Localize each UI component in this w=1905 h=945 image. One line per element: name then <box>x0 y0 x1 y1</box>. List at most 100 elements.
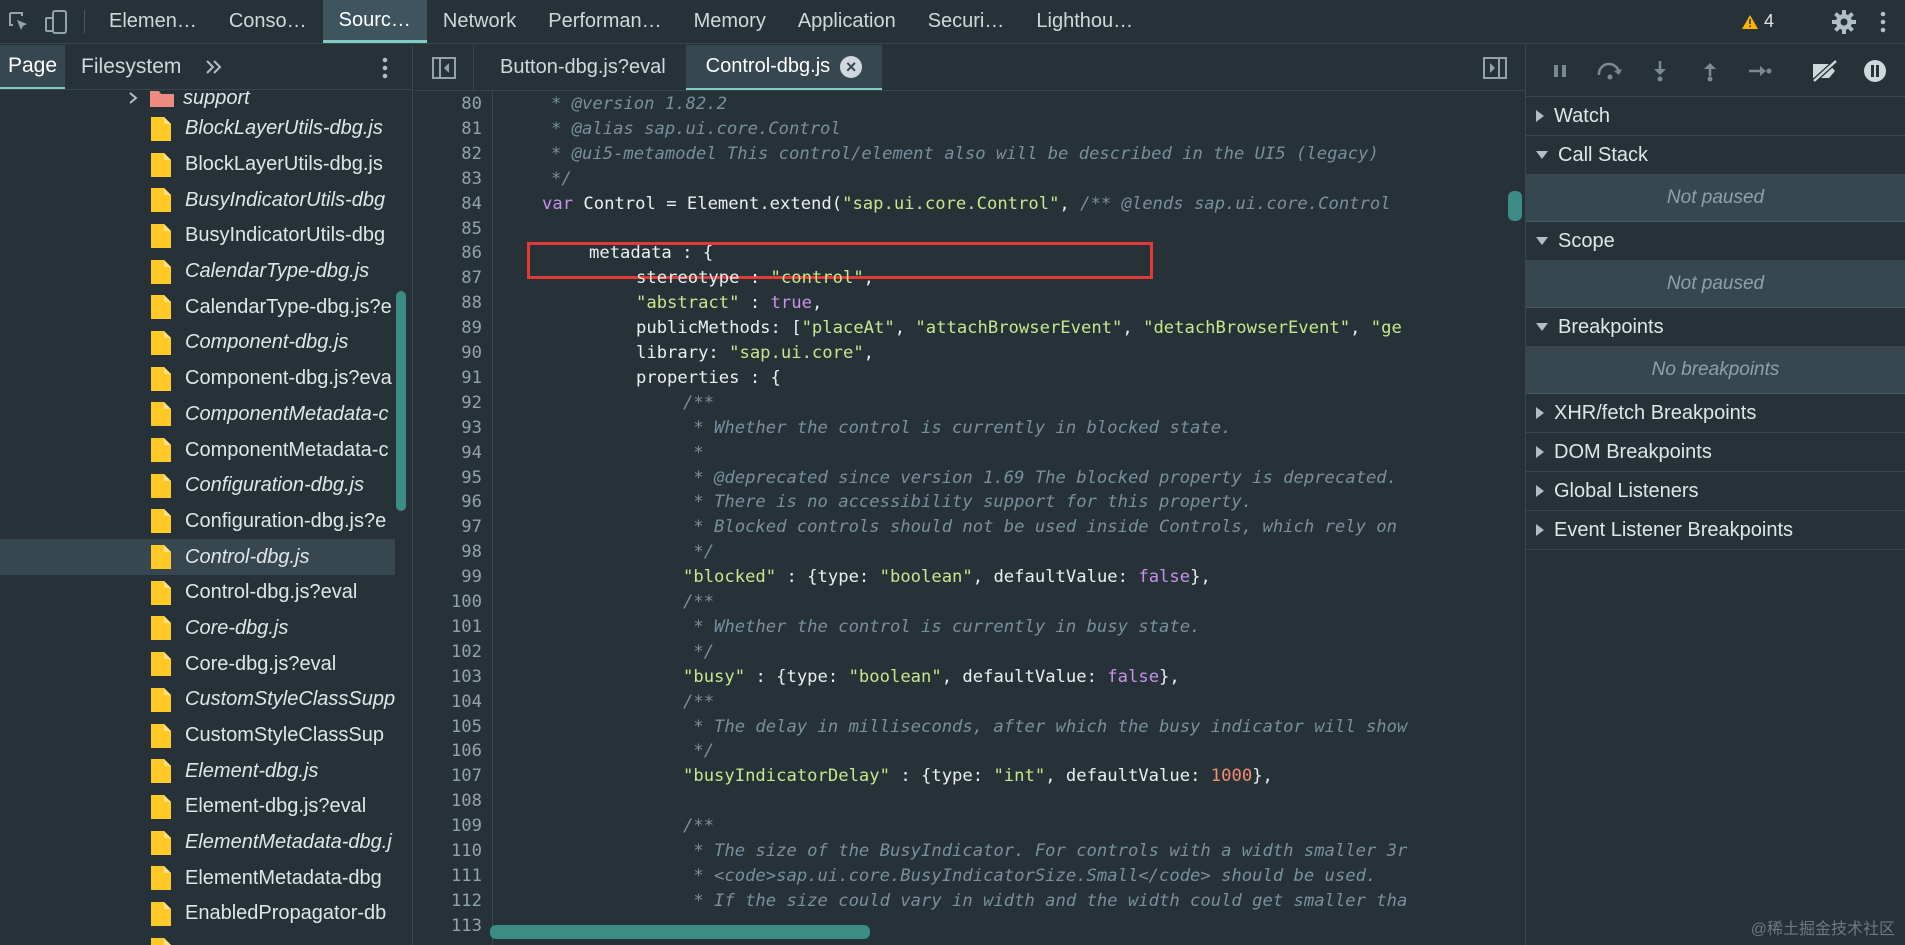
line-number[interactable]: 109 <box>414 816 482 836</box>
file-row[interactable]: Configuration-dbg.js?e <box>0 504 395 540</box>
file-row[interactable]: ElementMetadata-dbg.j <box>0 825 395 861</box>
panel-tab[interactable]: Securi… <box>912 0 1021 43</box>
toggle-navigator-icon[interactable] <box>414 45 474 90</box>
code-area[interactable]: 80 * @version 1.82.2 81 * @alias sap.ui.cor… <box>414 96 1510 945</box>
file-row[interactable]: Configuration-dbg.js <box>0 468 395 504</box>
file-row[interactable]: ComponentMetadata-c <box>0 432 395 468</box>
file-row[interactable]: BusyIndicatorUtils-dbg <box>0 182 395 218</box>
file-row[interactable]: ComponentMetadata-c <box>0 397 395 433</box>
editor-tab-button-dbg[interactable]: Button-dbg.js?eval <box>480 45 686 90</box>
line-number[interactable]: 95 <box>414 468 482 488</box>
file-row[interactable]: Control-dbg.js?eval <box>0 575 395 611</box>
panel-tab[interactable]: Elemen… <box>93 0 213 43</box>
line-number[interactable]: 82 <box>414 144 482 164</box>
step-over-icon[interactable] <box>1592 61 1628 81</box>
line-number[interactable]: 113 <box>414 916 482 936</box>
line-number[interactable]: 97 <box>414 517 482 537</box>
line-number[interactable]: 105 <box>414 717 482 737</box>
line-number[interactable]: 83 <box>414 169 482 189</box>
file-row[interactable]: Element-dbg.js <box>0 753 395 789</box>
file-row[interactable]: CustomStyleClassSup <box>0 718 395 754</box>
line-number[interactable]: 85 <box>414 219 482 239</box>
tab-page[interactable]: Page <box>0 45 66 89</box>
line-number[interactable]: 103 <box>414 667 482 687</box>
line-number[interactable]: 107 <box>414 766 482 786</box>
file-row[interactable]: Core-dbg.js <box>0 611 395 647</box>
step-icon[interactable] <box>1742 63 1778 79</box>
line-number[interactable]: 89 <box>414 318 482 338</box>
line-number[interactable]: 91 <box>414 368 482 388</box>
file-row[interactable]: Component-dbg.js?eva <box>0 361 395 397</box>
line-number[interactable]: 98 <box>414 542 482 562</box>
warnings-indicator[interactable]: 4 <box>1741 11 1774 32</box>
horizontal-scrollbar[interactable] <box>490 925 870 939</box>
line-number[interactable]: 100 <box>414 592 482 612</box>
editor-tab-control-dbg[interactable]: Control-dbg.js × <box>685 45 883 90</box>
line-number[interactable]: 90 <box>414 343 482 363</box>
line-number[interactable]: 87 <box>414 268 482 288</box>
line-number[interactable]: 96 <box>414 492 482 512</box>
file-row[interactable]: BlockLayerUtils-dbg.js <box>0 147 395 183</box>
pause-icon[interactable] <box>1542 62 1578 80</box>
line-number[interactable]: 112 <box>414 891 482 911</box>
more-menu-icon[interactable] <box>1871 11 1895 33</box>
line-number[interactable]: 94 <box>414 443 482 463</box>
file-row[interactable] <box>0 932 395 945</box>
vertical-scrollbar[interactable] <box>1508 191 1522 221</box>
line-number[interactable]: 101 <box>414 617 482 637</box>
line-number[interactable]: 104 <box>414 692 482 712</box>
more-tabs-chevron-icon[interactable] <box>197 45 231 89</box>
gear-icon[interactable] <box>1825 9 1863 35</box>
line-number[interactable]: 84 <box>414 194 482 214</box>
close-tab-icon[interactable]: × <box>840 55 863 78</box>
file-row[interactable]: Component-dbg.js <box>0 325 395 361</box>
line-number[interactable]: 92 <box>414 393 482 413</box>
line-number[interactable]: 110 <box>414 841 482 861</box>
section-header[interactable]: Event Listener Breakpoints <box>1526 511 1905 550</box>
panel-tab[interactable]: Sourc… <box>322 0 427 43</box>
line-number[interactable]: 88 <box>414 293 482 313</box>
pause-on-exceptions-icon[interactable] <box>1857 58 1893 84</box>
inspect-element-icon[interactable] <box>0 0 38 43</box>
line-number[interactable]: 81 <box>414 119 482 139</box>
line-number[interactable]: 86 <box>414 243 482 263</box>
file-row[interactable]: Core-dbg.js?eval <box>0 646 395 682</box>
panel-tab[interactable]: Application <box>782 0 912 43</box>
panel-tab[interactable]: Conso… <box>213 0 323 43</box>
navigator-menu-icon[interactable] <box>382 57 388 84</box>
deactivate-breakpoints-icon[interactable] <box>1807 58 1843 83</box>
line-number[interactable]: 99 <box>414 567 482 587</box>
line-number[interactable]: 80 <box>414 96 482 114</box>
section-header[interactable]: Watch <box>1526 97 1905 136</box>
line-number[interactable]: 102 <box>414 642 482 662</box>
folder-row[interactable]: support <box>0 91 395 111</box>
panel-tab[interactable]: Performan… <box>532 0 677 43</box>
section-header[interactable]: DOM Breakpoints <box>1526 433 1905 472</box>
line-number[interactable]: 106 <box>414 741 482 761</box>
toggle-debugger-icon[interactable] <box>1465 45 1525 90</box>
section-header[interactable]: Global Listeners <box>1526 472 1905 511</box>
line-number[interactable]: 111 <box>414 866 482 886</box>
section-header[interactable]: Scope <box>1526 222 1905 261</box>
file-row[interactable]: BusyIndicatorUtils-dbg <box>0 218 395 254</box>
navigator-scrollbar[interactable] <box>396 291 406 511</box>
line-number[interactable]: 108 <box>414 791 482 811</box>
file-row[interactable]: BlockLayerUtils-dbg.js <box>0 111 395 147</box>
panel-tab[interactable]: Memory <box>678 0 782 43</box>
section-header[interactable]: XHR/fetch Breakpoints <box>1526 394 1905 433</box>
section-header[interactable]: Breakpoints <box>1526 308 1905 347</box>
line-number[interactable]: 93 <box>414 418 482 438</box>
panel-tab[interactable]: Network <box>427 0 532 43</box>
section-header[interactable]: Call Stack <box>1526 136 1905 175</box>
file-row[interactable]: Element-dbg.js?eval <box>0 789 395 825</box>
panel-tab[interactable]: Lighthou… <box>1020 0 1149 43</box>
file-row[interactable]: CalendarType-dbg.js <box>0 254 395 290</box>
step-out-icon[interactable] <box>1692 60 1728 82</box>
file-row[interactable]: EnabledPropagator-db <box>0 896 395 932</box>
step-into-icon[interactable] <box>1642 60 1678 82</box>
file-row[interactable]: CustomStyleClassSupp <box>0 682 395 718</box>
device-toolbar-icon[interactable] <box>38 0 76 43</box>
file-row[interactable]: ElementMetadata-dbg <box>0 860 395 896</box>
file-row[interactable]: CalendarType-dbg.js?e <box>0 289 395 325</box>
file-row[interactable]: Control-dbg.js <box>0 539 395 575</box>
